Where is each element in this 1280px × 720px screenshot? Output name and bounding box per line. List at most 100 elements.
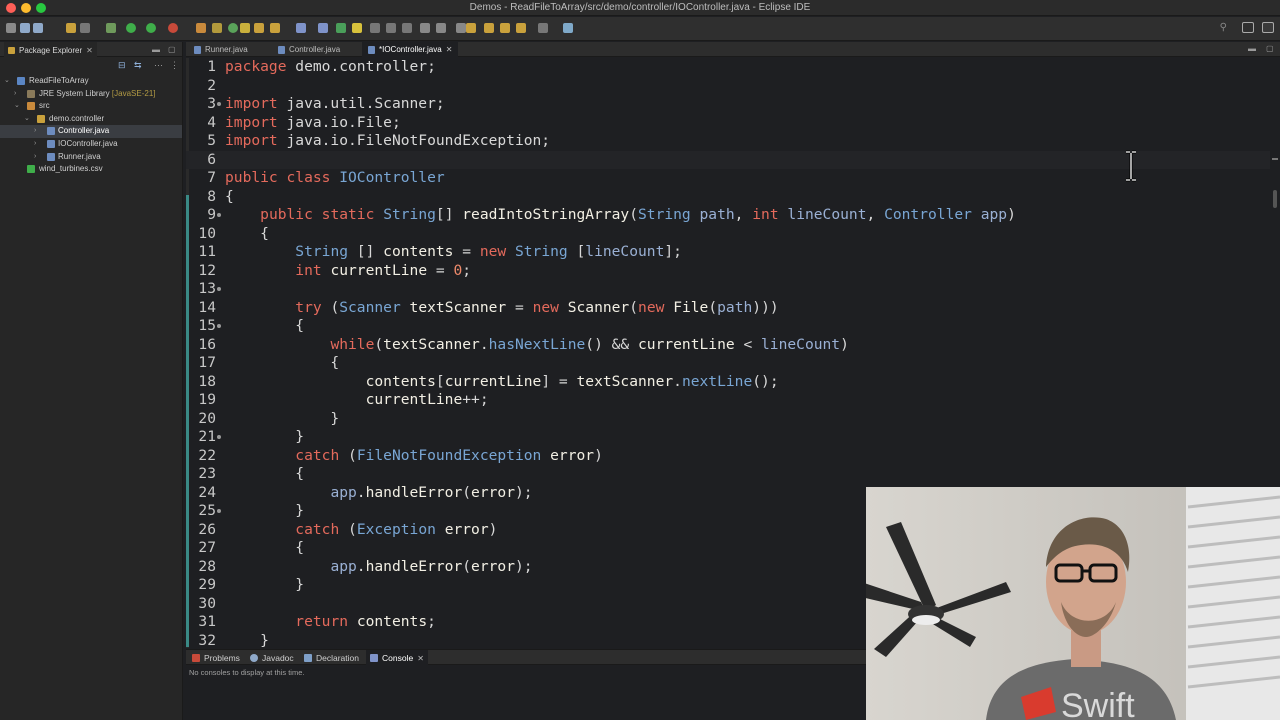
fold-marker-icon[interactable] xyxy=(217,324,221,328)
code-line[interactable]: 16 while(textScanner.hasNextLine() && cu… xyxy=(186,336,1280,355)
minimize-icon[interactable]: ▬ xyxy=(152,45,160,54)
console-toolbar-icon[interactable] xyxy=(296,23,306,33)
tab-controller-java[interactable]: Controller.java xyxy=(272,42,346,57)
save-icon[interactable] xyxy=(20,23,30,33)
fold-marker-icon[interactable] xyxy=(217,509,221,513)
maximize-icon[interactable]: ▢ xyxy=(1266,44,1274,53)
chevron-right-icon[interactable]: › xyxy=(34,125,36,138)
pilcrow-icon[interactable] xyxy=(402,23,412,33)
link-with-editor-icon[interactable]: ⇆ xyxy=(134,60,142,71)
search-icon[interactable]: ⚲ xyxy=(1220,22,1227,33)
code-line[interactable]: 20 } xyxy=(186,410,1280,429)
minimize-icon[interactable]: ▬ xyxy=(1248,44,1256,53)
search-toolbar-icon[interactable] xyxy=(270,23,280,33)
terminal-icon[interactable] xyxy=(563,23,573,33)
tab-iocontroller-java[interactable]: *IOController.java ✕ xyxy=(362,42,459,57)
show-whitespace-icon[interactable] xyxy=(386,23,396,33)
new-package-icon[interactable] xyxy=(212,23,222,33)
open-type-icon[interactable] xyxy=(240,23,250,33)
chevron-right-icon[interactable]: › xyxy=(14,88,16,101)
code-line[interactable]: 7 public class IOController xyxy=(186,169,1280,188)
fold-marker-icon[interactable] xyxy=(217,102,221,106)
tree-item-controller-java[interactable]: › Controller.java xyxy=(0,125,182,138)
undo-icon[interactable] xyxy=(66,23,76,33)
code-line[interactable]: 18 contents[currentLine] = textScanner.n… xyxy=(186,373,1280,392)
back-nav-icon[interactable] xyxy=(516,23,526,33)
code-line[interactable]: 5 import java.io.FileNotFoundException; xyxy=(186,132,1280,151)
tab-runner-java[interactable]: Runner.java xyxy=(188,42,254,57)
chevron-down-icon[interactable]: ⌄ xyxy=(4,75,10,88)
code-line[interactable]: 22 catch (FileNotFoundException error) xyxy=(186,447,1280,466)
close-icon[interactable]: ✕ xyxy=(446,45,453,54)
highlight-icon[interactable] xyxy=(352,23,362,33)
fold-marker-icon[interactable] xyxy=(217,435,221,439)
code-line[interactable]: 19 currentLine++; xyxy=(186,391,1280,410)
code-line[interactable]: 10 { xyxy=(186,225,1280,244)
tree-item-iocontroller-java[interactable]: › IOController.java xyxy=(0,138,182,151)
code-line[interactable]: 21 } xyxy=(186,428,1280,447)
chevron-down-icon[interactable]: ⌄ xyxy=(24,113,30,126)
open-perspective-icon[interactable] xyxy=(1242,22,1254,33)
tree-item-src[interactable]: ⌄ src xyxy=(0,100,182,113)
code-line[interactable]: 4 import java.io.File; xyxy=(186,114,1280,133)
chevron-right-icon[interactable]: › xyxy=(34,138,36,151)
redo-icon[interactable] xyxy=(80,23,90,33)
code-line[interactable]: 11 String [] contents = new String [line… xyxy=(186,243,1280,262)
back-icon[interactable] xyxy=(484,23,494,33)
new-icon[interactable] xyxy=(6,23,16,33)
code-line[interactable]: 17 { xyxy=(186,354,1280,373)
forward-icon[interactable] xyxy=(500,23,510,33)
code-line[interactable]: 23 { xyxy=(186,465,1280,484)
open-folder-icon[interactable] xyxy=(254,23,264,33)
code-line[interactable]: 1 package demo.controller; xyxy=(186,58,1280,77)
new-java-project-icon[interactable] xyxy=(196,23,206,33)
block-select-icon[interactable] xyxy=(370,23,380,33)
tab-package-explorer[interactable]: Package Explorer ✕ xyxy=(4,42,97,57)
tree-item-jre[interactable]: › JRE System Library [JavaSE-21] xyxy=(0,88,182,101)
tree-item-project[interactable]: ⌄ ReadFileToArray xyxy=(0,75,182,88)
scroll-thumb[interactable] xyxy=(1273,190,1277,208)
chevron-down-icon[interactable]: ⌄ xyxy=(14,100,20,113)
code-line[interactable]: 8{ xyxy=(186,188,1280,207)
overview-ruler-mark[interactable] xyxy=(1272,158,1278,160)
save-all-icon[interactable] xyxy=(33,23,43,33)
pin-icon[interactable] xyxy=(456,23,466,33)
toggle-mark-icon[interactable] xyxy=(336,23,346,33)
tab-console[interactable]: Console ✕ xyxy=(366,650,428,666)
view-menu-icon[interactable]: ⋮ xyxy=(170,60,179,71)
tab-declaration[interactable]: Declaration xyxy=(300,650,363,666)
filter-icon[interactable]: ⋯ xyxy=(154,60,163,71)
close-icon[interactable]: ✕ xyxy=(417,654,424,663)
line-number: 20 xyxy=(198,409,216,427)
tree-item-package[interactable]: ⌄ demo.controller xyxy=(0,113,182,126)
code-line[interactable]: 14 try (Scanner textScanner = new Scanne… xyxy=(186,299,1280,318)
debug-icon[interactable] xyxy=(106,23,116,33)
external-tools-icon[interactable] xyxy=(168,23,178,33)
java-perspective-icon[interactable] xyxy=(1262,22,1274,33)
tree-item-csv[interactable]: wind_turbines.csv xyxy=(0,163,182,176)
close-icon[interactable]: ✕ xyxy=(86,46,93,55)
fold-marker-icon[interactable] xyxy=(217,213,221,217)
forward-nav-icon[interactable] xyxy=(538,23,548,33)
code-line[interactable]: 6 xyxy=(186,150,1280,169)
chevron-right-icon[interactable]: › xyxy=(34,151,36,164)
tree-item-runner-java[interactable]: › Runner.java xyxy=(0,151,182,164)
code-line[interactable]: 13 xyxy=(186,280,1280,299)
run-icon[interactable] xyxy=(126,23,136,33)
code-line[interactable]: 9 public static String[] readIntoStringA… xyxy=(186,206,1280,225)
task-icon[interactable] xyxy=(318,23,328,33)
prev-annotation-icon[interactable] xyxy=(436,23,446,33)
fold-marker-icon[interactable] xyxy=(217,287,221,291)
next-annotation-icon[interactable] xyxy=(420,23,430,33)
code-line[interactable]: 2 xyxy=(186,77,1280,96)
tab-javadoc[interactable]: Javadoc xyxy=(246,650,298,666)
collapse-all-icon[interactable]: ⊟ xyxy=(118,60,126,71)
tab-problems[interactable]: Problems xyxy=(188,650,244,666)
code-line[interactable]: 12 int currentLine = 0; xyxy=(186,262,1280,281)
maximize-icon[interactable]: ▢ xyxy=(168,45,176,54)
code-line[interactable]: 15 { xyxy=(186,317,1280,336)
code-line[interactable]: 3 import java.util.Scanner; xyxy=(186,95,1280,114)
new-class-icon[interactable] xyxy=(228,23,238,33)
coverage-icon[interactable] xyxy=(146,23,156,33)
last-edit-icon[interactable] xyxy=(466,23,476,33)
